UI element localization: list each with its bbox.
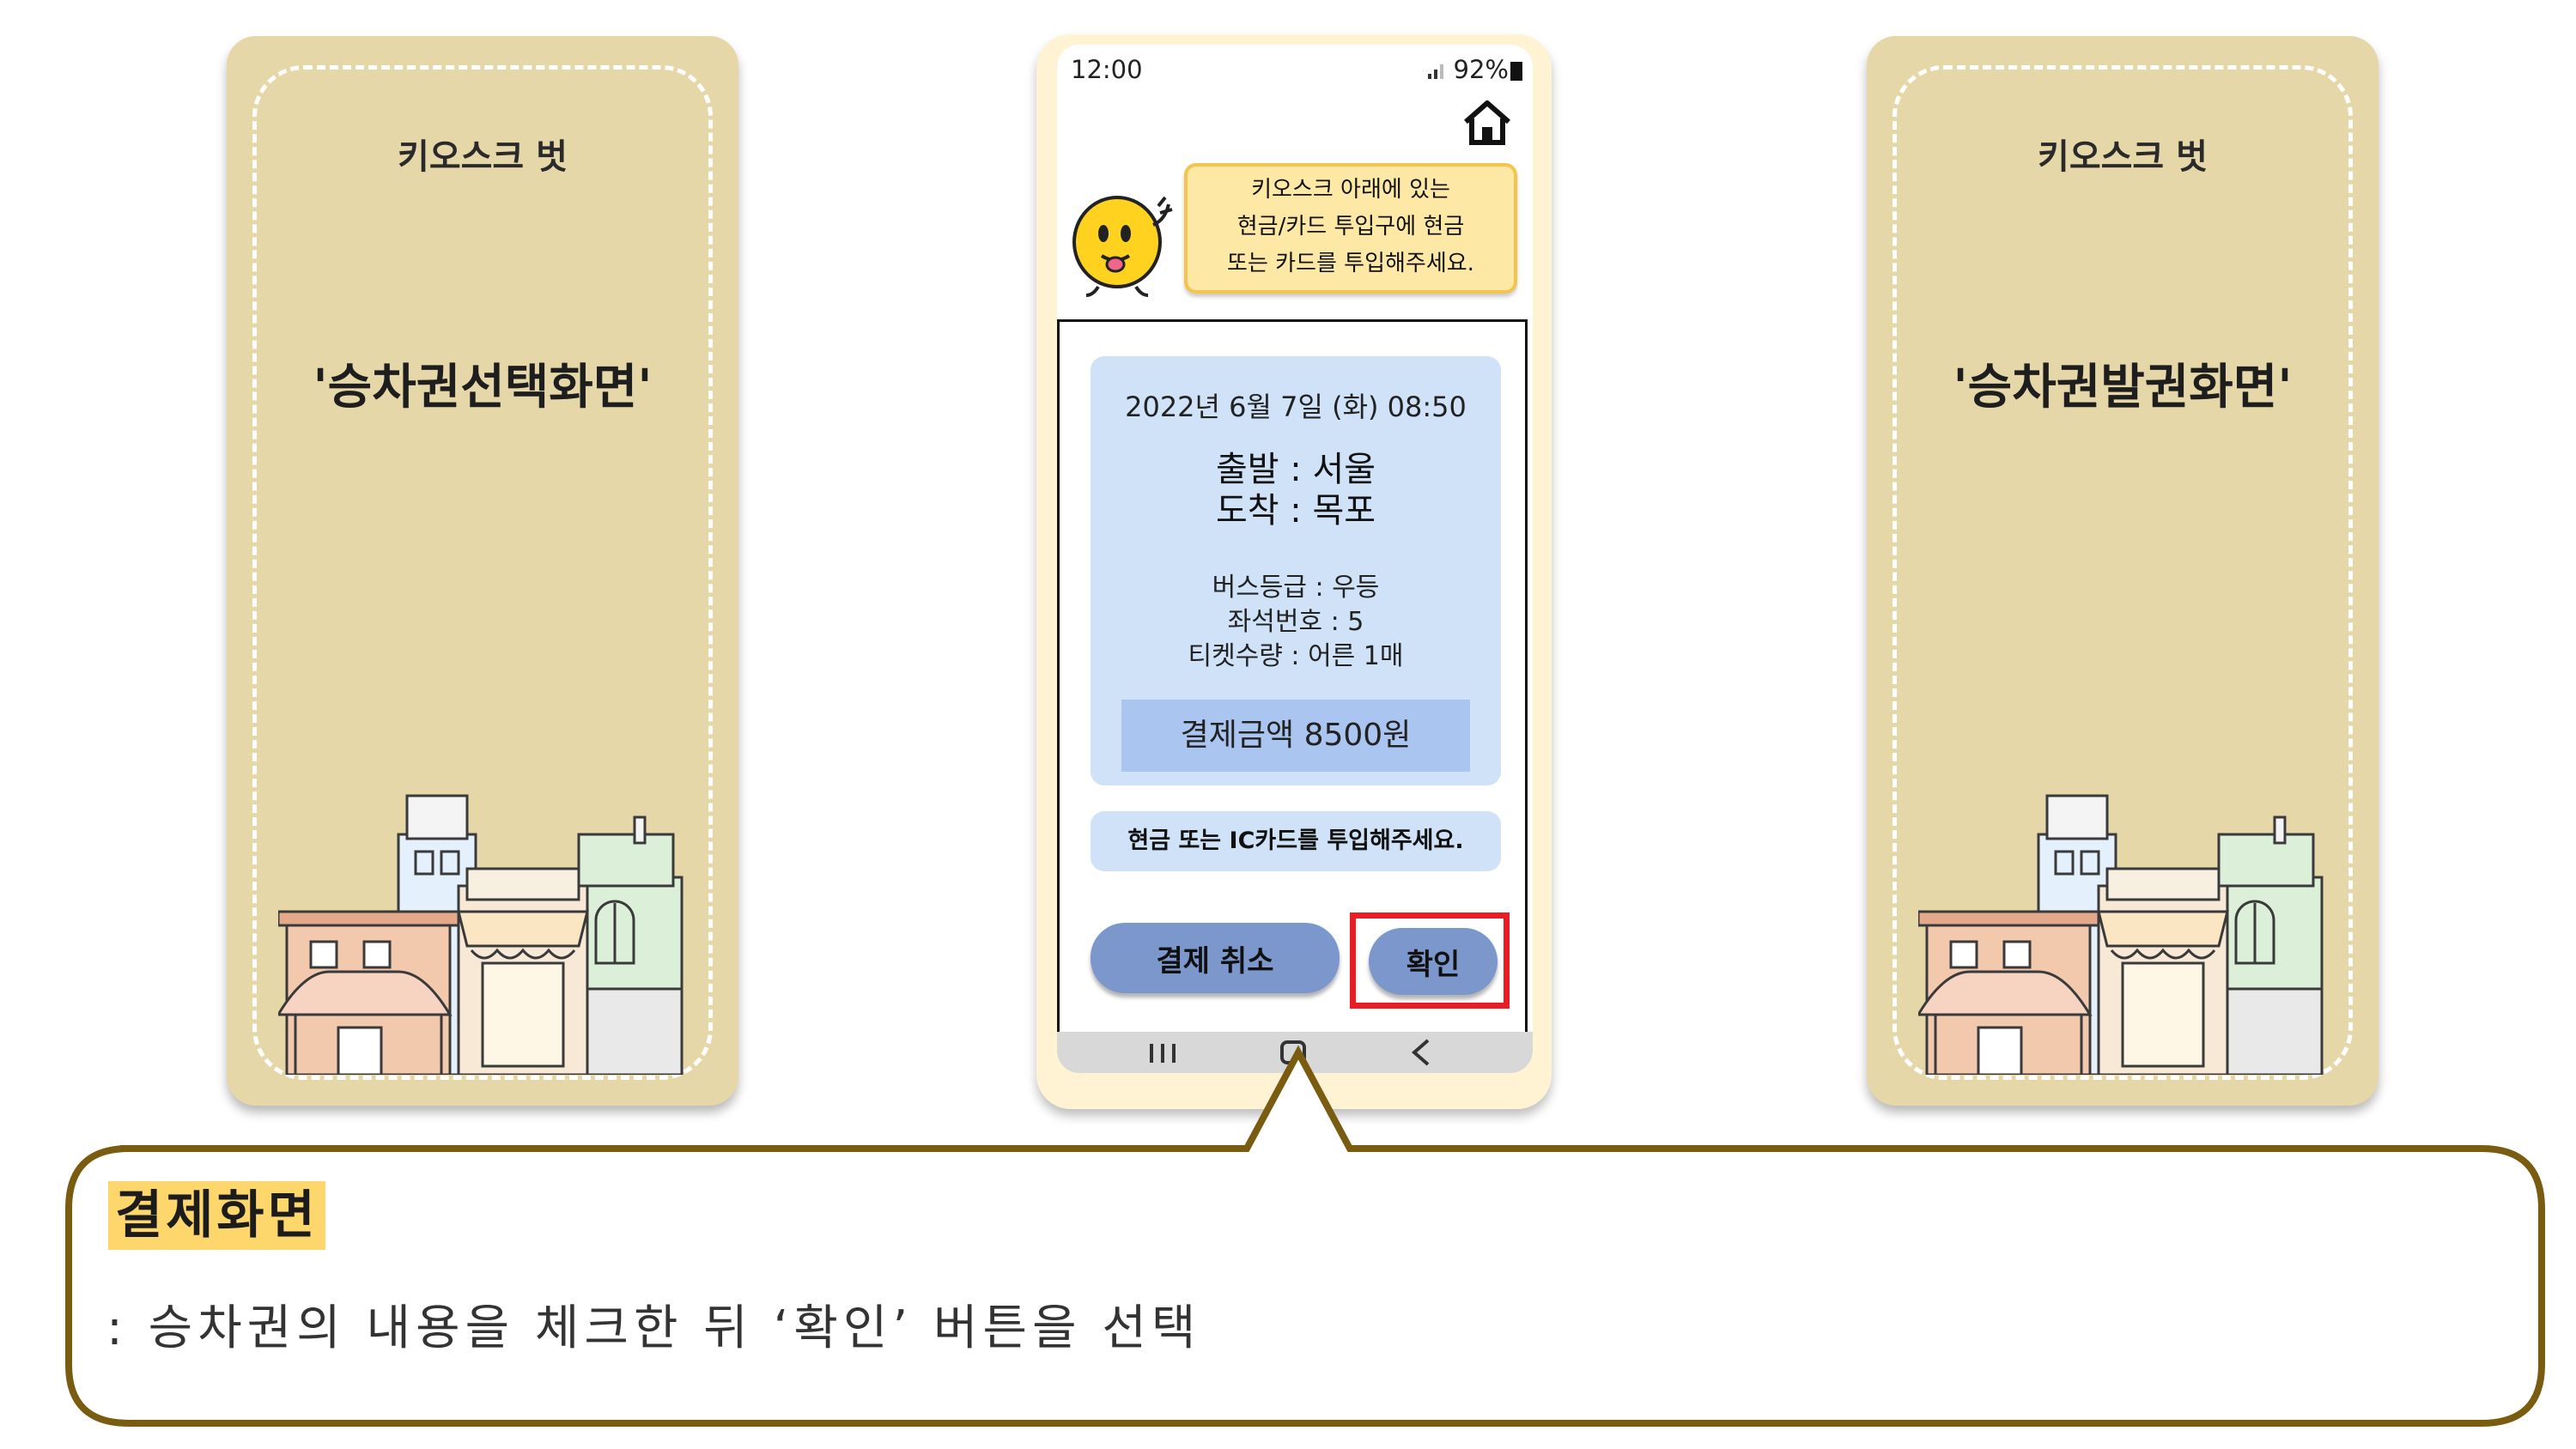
callout-title: 결제화면 [108,1181,325,1250]
callout-box [65,1045,2545,1427]
callout-description: : 승차권의 내용을 체크한 뒤 ‘확인’ 버튼을 선택 [106,1300,1201,1356]
